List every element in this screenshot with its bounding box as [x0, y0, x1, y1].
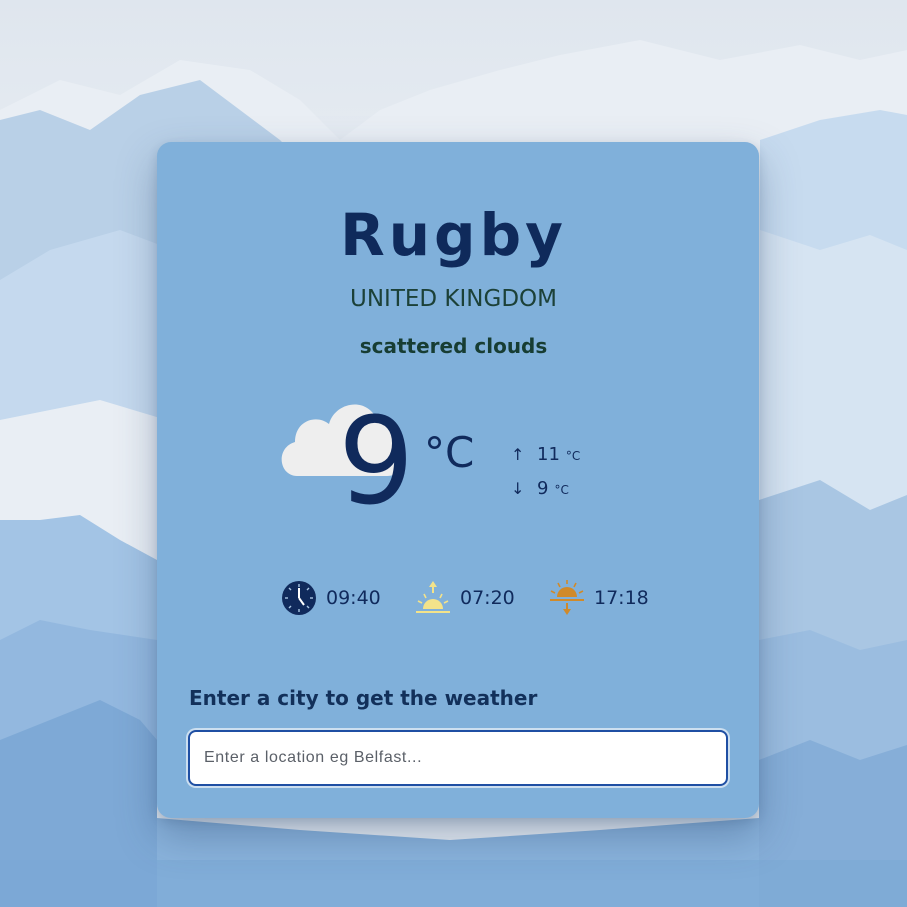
sunrise-time: 07:20	[414, 578, 515, 618]
temperature-high: ↑ 11 °C	[511, 444, 580, 465]
location-search-input[interactable]	[188, 730, 728, 786]
city-name: Rugby	[340, 201, 567, 269]
local-time-value: 09:40	[326, 587, 381, 609]
sunrise-icon	[416, 581, 450, 613]
temperature-unit: °C	[424, 428, 475, 477]
temperature-value: 9	[338, 393, 415, 532]
sunset-icon	[550, 580, 584, 615]
low-unit: °C	[554, 483, 569, 497]
search-prompt: Enter a city to get the weather	[189, 686, 538, 710]
high-value: 11	[537, 444, 560, 465]
local-time: 09:40	[280, 578, 381, 618]
arrow-down-icon: ↓	[511, 479, 525, 498]
arrow-up-icon: ↑	[511, 445, 525, 464]
sunset-time: 17:18	[548, 578, 649, 618]
low-value: 9	[537, 478, 549, 499]
clock-icon	[282, 581, 316, 615]
high-unit: °C	[565, 449, 581, 463]
sunrise-value: 07:20	[460, 587, 515, 609]
weather-description: scattered clouds	[359, 334, 548, 358]
sunset-value: 17:18	[594, 587, 649, 609]
country-name: UNITED KINGDOM	[350, 286, 557, 312]
temperature-low: ↓ 9 °C	[511, 478, 569, 499]
weather-app: Rugby UNITED KINGDOM scattered clouds 9 …	[0, 0, 907, 907]
